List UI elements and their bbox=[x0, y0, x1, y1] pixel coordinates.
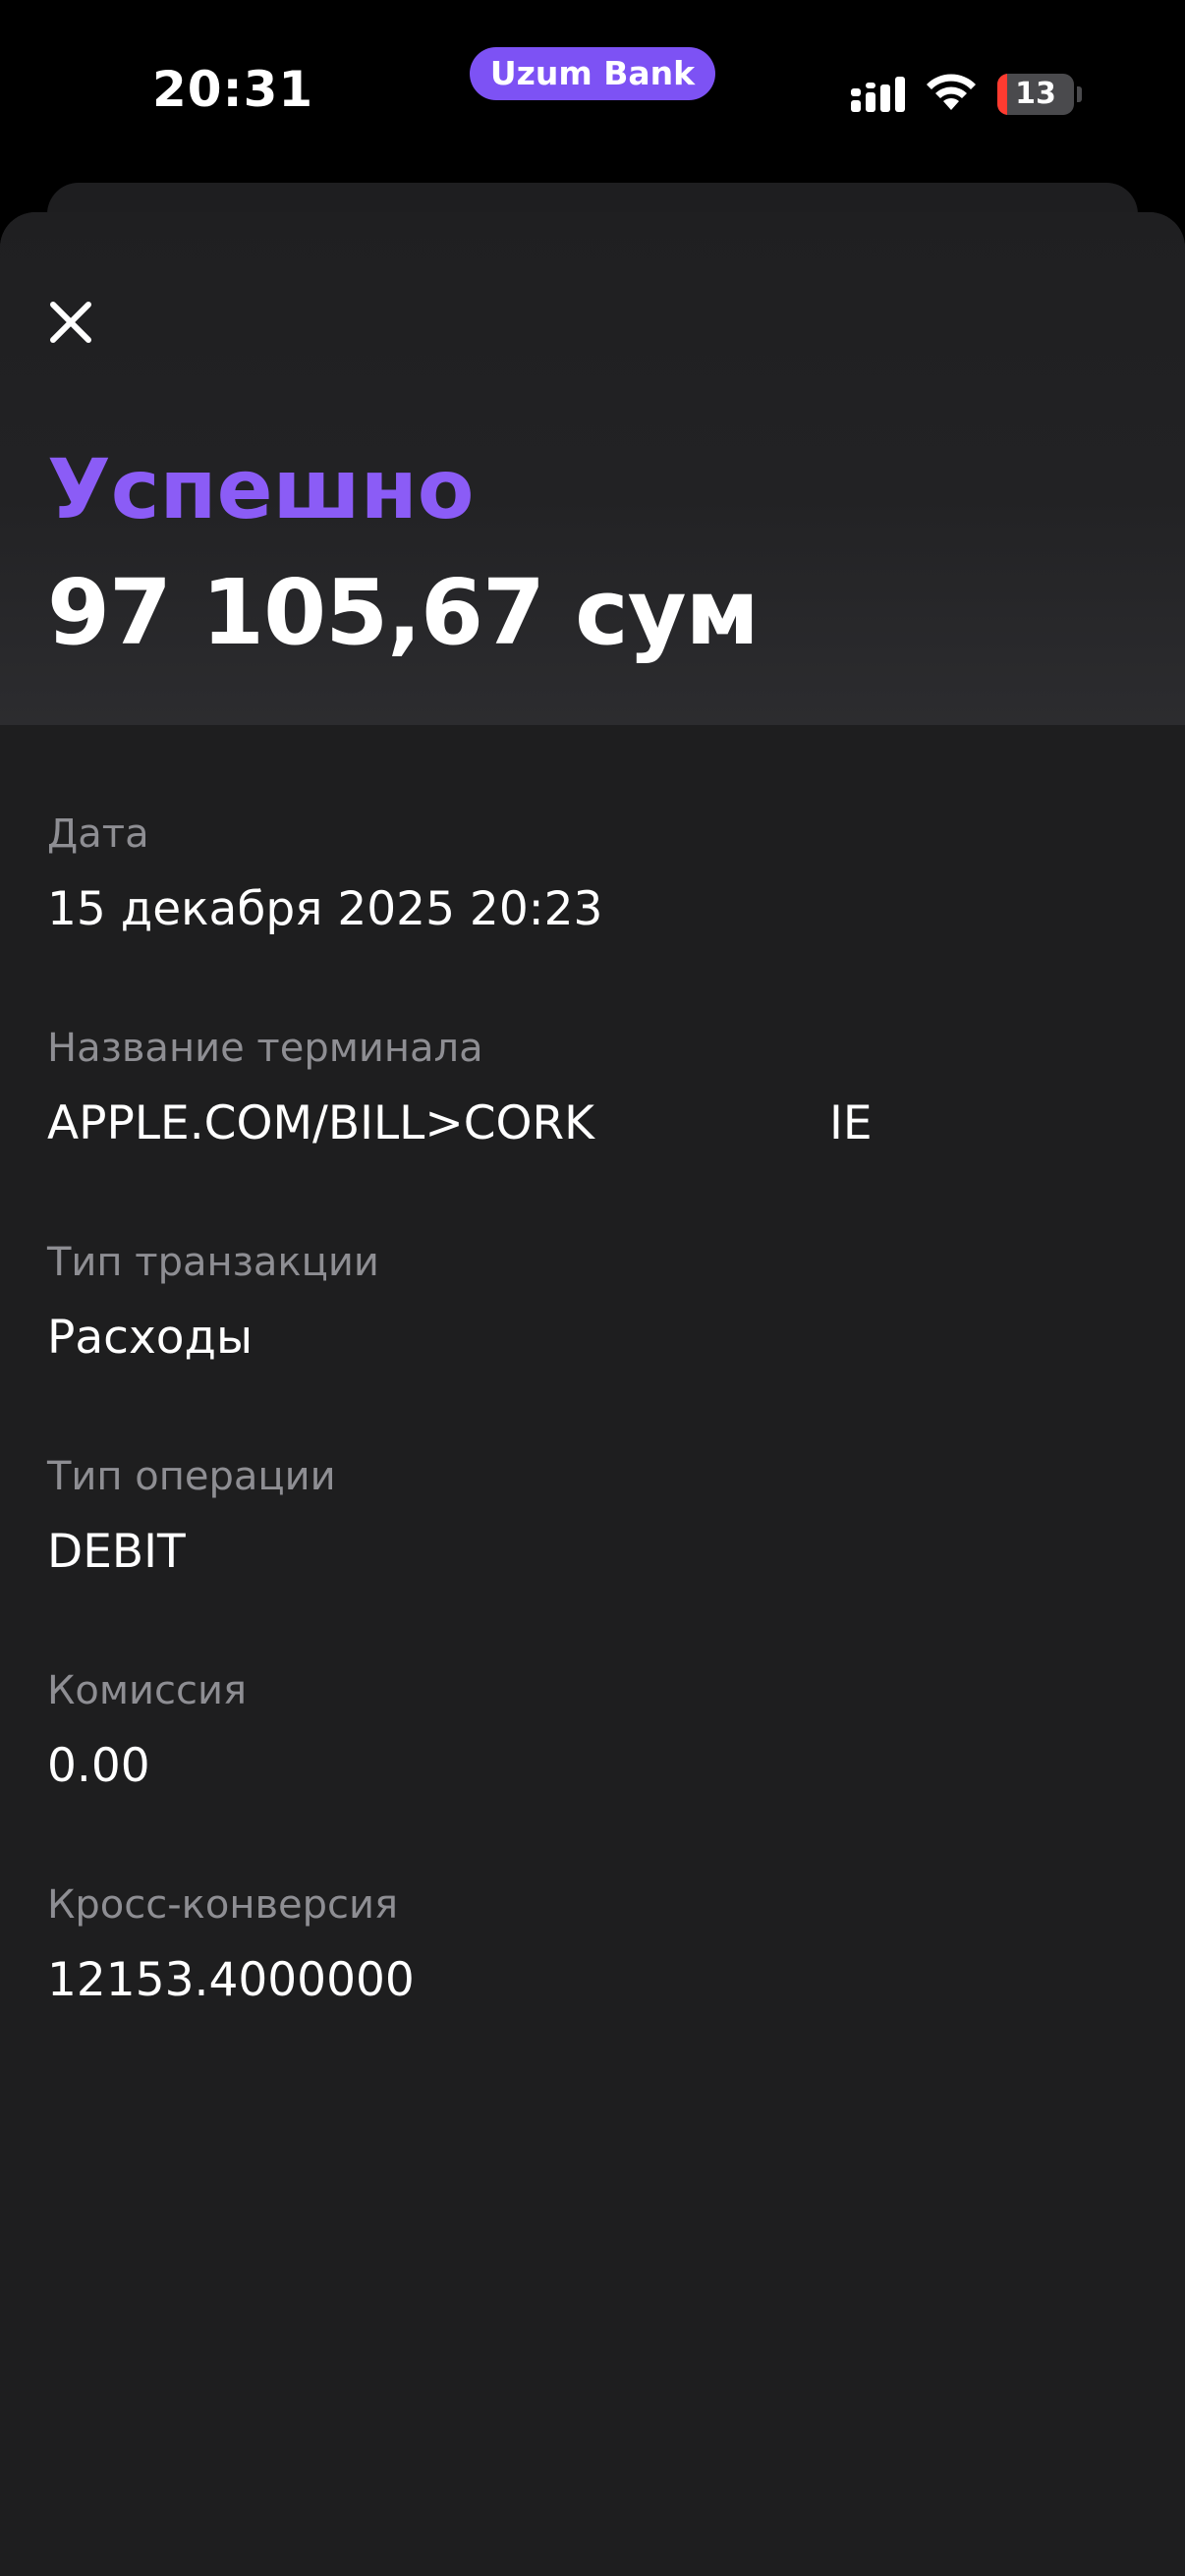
transaction-sheet: Успешно 97 105,67 сум Дата 15 декабря 20… bbox=[0, 212, 1185, 2576]
detail-label: Тип транзакции bbox=[47, 1240, 379, 1285]
battery-percent: 13 bbox=[1015, 77, 1056, 111]
signal-icon bbox=[851, 77, 905, 112]
detail-value: Расходы bbox=[47, 1311, 254, 1365]
detail-label: Название терминала bbox=[47, 1026, 483, 1071]
detail-label: Тип операции bbox=[47, 1454, 336, 1499]
transaction-amount: 97 105,67 сум bbox=[47, 560, 760, 665]
detail-label: Кросс-конверсия bbox=[47, 1882, 399, 1928]
battery-icon: 13 bbox=[997, 74, 1074, 115]
detail-terminal: Название терминала APPLE.COM/BILL>CORK I… bbox=[47, 1016, 1138, 1230]
status-bar: 20:31 Uzum Bank 13 bbox=[0, 0, 1185, 187]
detail-operation-type: Тип операции DEBIT bbox=[47, 1444, 1138, 1658]
battery-cap bbox=[1077, 86, 1082, 102]
detail-label: Дата bbox=[47, 812, 149, 857]
carrier-pill: Uzum Bank bbox=[470, 47, 715, 100]
close-icon[interactable] bbox=[35, 287, 106, 358]
detail-value: APPLE.COM/BILL>CORK IE bbox=[47, 1096, 873, 1150]
detail-value: 0.00 bbox=[47, 1739, 150, 1793]
detail-date: Дата 15 декабря 2025 20:23 bbox=[47, 802, 1138, 1016]
detail-transaction-type: Тип транзакции Расходы bbox=[47, 1230, 1138, 1444]
detail-label: Комиссия bbox=[47, 1668, 248, 1713]
status-title: Успешно bbox=[47, 441, 475, 537]
detail-cross-conversion: Кросс-конверсия 12153.4000000 bbox=[47, 1873, 1138, 2087]
detail-commission: Комиссия 0.00 bbox=[47, 1658, 1138, 1873]
status-time: 20:31 bbox=[152, 61, 314, 118]
detail-value: 15 декабря 2025 20:23 bbox=[47, 882, 603, 936]
detail-value: 12153.4000000 bbox=[47, 1953, 415, 2007]
detail-value: DEBIT bbox=[47, 1525, 186, 1579]
details-list: Дата 15 декабря 2025 20:23 Название терм… bbox=[47, 802, 1138, 2087]
wifi-icon bbox=[927, 74, 976, 110]
